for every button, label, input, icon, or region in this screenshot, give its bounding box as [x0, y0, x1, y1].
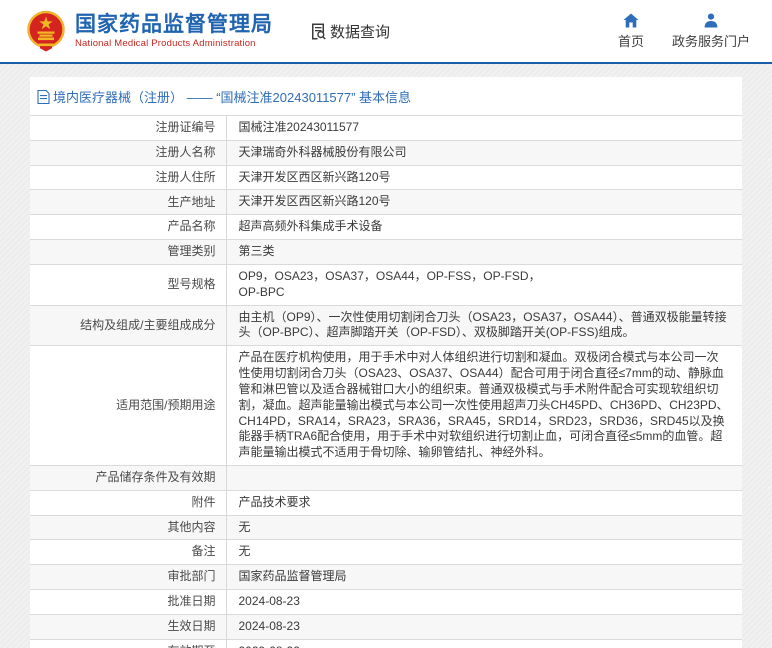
field-label: 结构及组成/主要组成成分 — [30, 305, 227, 346]
field-value: 产品在医疗机构使用，用于手术中对人体组织进行切割和凝血。双极闭合模式与本公司一次… — [238, 350, 729, 460]
field-label: 有效期至 — [30, 639, 227, 648]
table-row: 审批部门 国家药品监督管理局 — [30, 564, 742, 590]
table-row: 批准日期 2024-08-23 — [30, 589, 742, 615]
table-row: 生产地址 天津开发区西区新兴路120号 — [30, 189, 742, 215]
field-value: 无 — [238, 544, 251, 559]
data-query-label: 数据查询 — [330, 23, 391, 41]
field-label-text: 生效日期 — [167, 618, 216, 633]
site-title: 国家药品监督管理局 — [75, 12, 273, 36]
site-subtitle: National Medical Products Administration — [75, 38, 256, 50]
field-label: 适用范围/预期用途 — [30, 345, 227, 466]
field-label-text: 其他内容 — [167, 519, 216, 534]
field-label-text: 管理类别 — [167, 244, 216, 259]
data-query-nav[interactable]: 数据查询 — [309, 21, 390, 42]
top-nav: 首页 政务服务门户 — [618, 13, 758, 50]
field-label-text: 注册证编号 — [155, 120, 216, 135]
field-label: 注册人住所 — [30, 165, 227, 190]
field-label: 附件 — [30, 490, 227, 515]
content-card: 境内医疗器械（注册） —— “国械注准20243011577” 基本信息 注册证… — [30, 77, 742, 648]
user-icon — [704, 13, 718, 27]
field-label-text: 注册人名称 — [155, 144, 216, 159]
field-label: 备注 — [30, 539, 227, 565]
registration-info-table: 注册证编号 国械注准20243011577 注册人名称 天津瑞奇外科器械股份有限公司注… — [30, 115, 742, 648]
field-label-text: 产品储存条件及有效期 — [95, 470, 216, 485]
table-row: 其他内容 无 — [30, 515, 742, 540]
field-value: 国家药品监督管理局 — [238, 569, 347, 584]
field-label-text: 产品名称 — [167, 219, 216, 234]
breadcrumb: 境内医疗器械（注册） —— “国械注准20243011577” 基本信息 — [30, 77, 742, 115]
table-row: 适用范围/预期用途 产品在医疗机构使用，用于手术中对人体组织进行切割和凝血。双极闭… — [30, 345, 742, 466]
nav-item-service-portal[interactable]: 政务服务门户 — [672, 13, 750, 50]
field-value: 2029-08-22 — [226, 639, 742, 648]
field-label: 生效日期 — [30, 614, 227, 640]
field-label-text: 型号规格 — [167, 277, 216, 291]
nav-item-label: 政务服务门户 — [671, 33, 750, 49]
field-label: 其他内容 — [30, 515, 227, 540]
table-row: 注册人名称 天津瑞奇外科器械股份有限公司 — [30, 140, 742, 166]
data-query-icon — [312, 23, 326, 40]
field-label: 批准日期 — [30, 589, 227, 615]
table-row: 有效期至 2029-08-22 — [30, 639, 742, 648]
field-value: 2024-08-23 — [238, 618, 300, 633]
field-value: 无 — [238, 519, 251, 534]
field-label: 注册人名称 — [30, 140, 227, 166]
field-value: 国械注准20243011577 — [238, 120, 360, 134]
field-value: 天津开发区西区新兴路120号 — [238, 169, 391, 184]
field-label: 生产地址 — [30, 189, 227, 215]
field-label: 审批部门 — [30, 564, 227, 590]
field-label-text: 生产地址 — [167, 194, 216, 209]
logo-text: 国家药品监督管理局 National Medical Products Admi… — [75, 13, 273, 49]
field-label: 产品名称 — [30, 214, 227, 240]
field-label-text: 有效期至 — [167, 644, 215, 648]
home-icon — [623, 13, 639, 27]
field-label: 注册证编号 — [30, 115, 227, 141]
field-value: 天津开发区西区新兴路120号 — [238, 194, 391, 209]
table-row: 产品储存条件及有效期 — [30, 465, 742, 491]
document-icon — [37, 89, 50, 104]
field-value: 产品技术要求 — [238, 494, 311, 509]
field-value: 超声高频外科集成手术设备 — [238, 219, 383, 234]
field-label-text: 批准日期 — [167, 594, 216, 609]
field-label-text: 备注 — [191, 544, 216, 559]
table-row: 管理类别 第三类 — [30, 239, 742, 265]
table-row: 结构及组成/主要组成成分 由主机（OP9）、一次性使用切割闭合刀头（OSA23，O… — [30, 305, 742, 346]
breadcrumb-text: 境内医疗器械（注册） —— “国械注准20243011577” 基本信息 — [53, 90, 412, 105]
table-row: 备注 无 — [30, 539, 742, 565]
field-label: 型号规格 — [30, 264, 227, 306]
field-label-text: 审批部门 — [167, 569, 216, 584]
header-divider — [0, 62, 772, 64]
nav-item-home[interactable]: 首页 — [618, 13, 644, 50]
field-value: OP9，OSA23，OSA37，OSA44，OP-FSS，OP-FSD， OP-… — [238, 268, 541, 299]
national-emblem-icon — [27, 10, 65, 52]
field-label-text: 适用范围/预期用途 — [116, 397, 216, 412]
field-label: 产品储存条件及有效期 — [30, 465, 227, 491]
table-row: 注册证编号 国械注准20243011577 — [30, 115, 742, 141]
table-row: 产品名称 超声高频外科集成手术设备 — [30, 214, 742, 240]
field-label-text: 结构及组成/主要组成成分 — [80, 317, 216, 332]
table-row: 附件 产品技术要求 — [30, 490, 742, 515]
table-row: 生效日期 2024-08-23 — [30, 614, 742, 640]
field-label-text: 注册人住所 — [155, 169, 216, 184]
field-value: 天津瑞奇外科器械股份有限公司 — [238, 144, 407, 159]
nav-item-label: 首页 — [617, 33, 644, 49]
nmpa-logo[interactable]: 国家药品监督管理局 National Medical Products Admi… — [26, 10, 273, 52]
field-label: 管理类别 — [30, 239, 227, 265]
field-value: 第三类 — [238, 244, 275, 259]
table-row: 注册人住所 天津开发区西区新兴路120号 — [30, 165, 742, 190]
field-value — [226, 466, 742, 491]
field-value: 2024-08-23 — [238, 593, 300, 608]
table-row: 型号规格 OP9，OSA23，OSA37，OSA44，OP-FSS，OP-FSD，… — [30, 264, 742, 306]
page-header: 国家药品监督管理局 National Medical Products Admi… — [0, 0, 772, 62]
field-label-text: 附件 — [191, 494, 216, 509]
field-value: 由主机（OP9）、一次性使用切割闭合刀头（OSA23，OSA37，OSA44）、… — [238, 309, 727, 340]
